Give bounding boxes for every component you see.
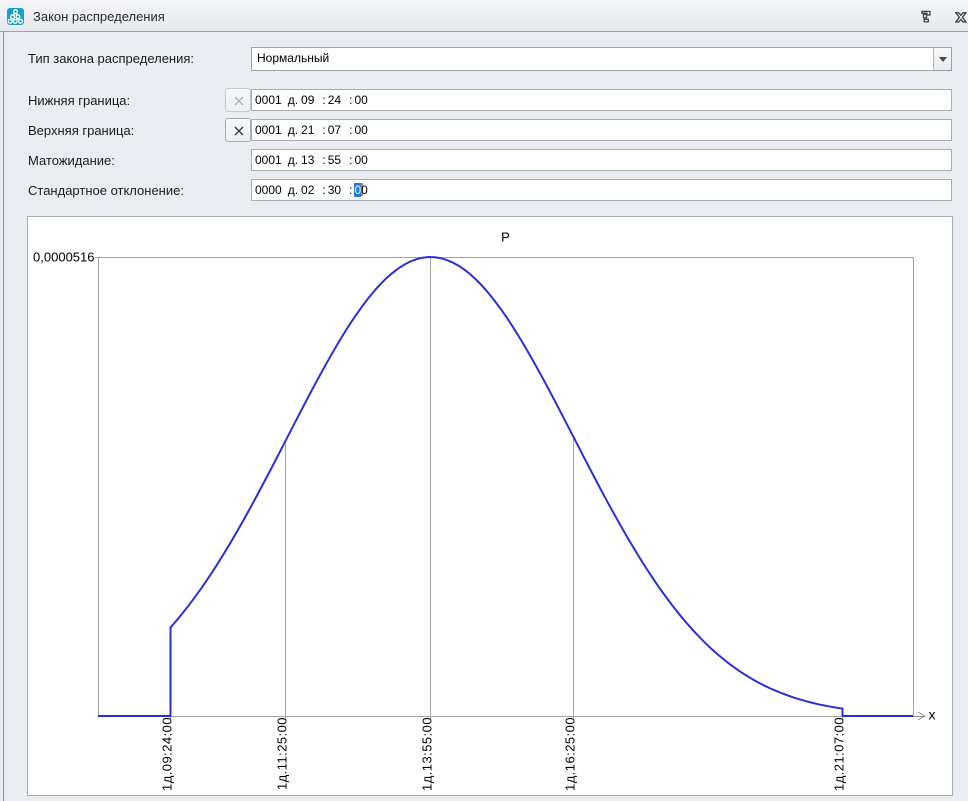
svg-text:1д.21:07:00: 1д.21:07:00 xyxy=(832,717,847,791)
svg-text:x: x xyxy=(929,707,936,723)
svg-text:1д.16:25:00: 1д.16:25:00 xyxy=(563,717,578,791)
svg-text:1д.09:24:00: 1д.09:24:00 xyxy=(160,717,175,791)
svg-text:P: P xyxy=(501,230,510,245)
svg-text:1д.13:55:00: 1д.13:55:00 xyxy=(420,717,435,791)
svg-text:0,0000516: 0,0000516 xyxy=(33,249,94,264)
svg-text:1д.11:25:00: 1д.11:25:00 xyxy=(275,717,290,790)
